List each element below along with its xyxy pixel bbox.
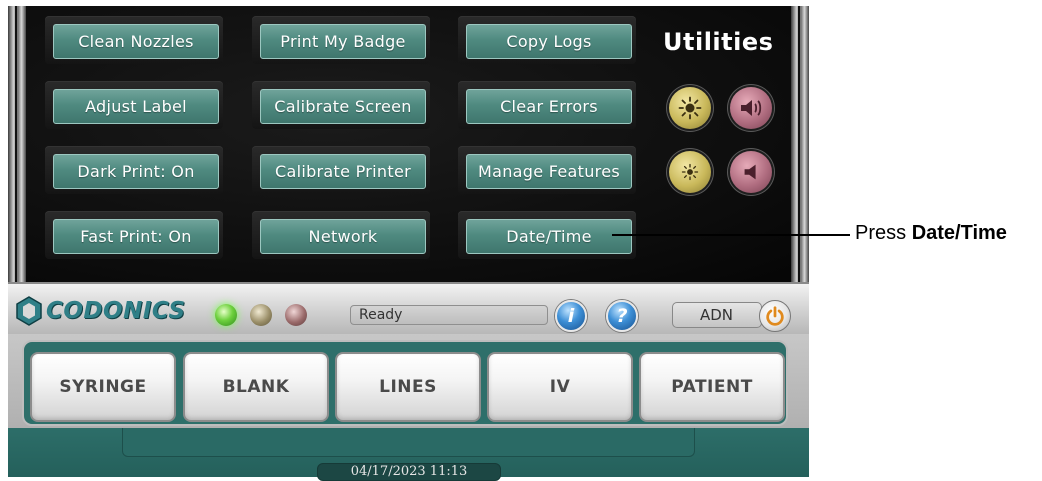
- dark-print-button[interactable]: Dark Print: On: [53, 154, 219, 189]
- manage-features-button[interactable]: Manage Features: [466, 154, 632, 189]
- callout-text: Press Date/Time: [855, 222, 1007, 245]
- logout-button[interactable]: [759, 300, 791, 332]
- calibrate-screen-button[interactable]: Calibrate Screen: [260, 89, 426, 124]
- user-badge[interactable]: ADN: [672, 302, 762, 328]
- status-led-green: [215, 304, 237, 326]
- status-bar: CODONICS Ready i ? ADN: [8, 282, 809, 336]
- syringe-button[interactable]: SYRINGE: [30, 352, 176, 422]
- iv-button[interactable]: IV: [487, 352, 633, 422]
- slot-clear-errors: Clear Errors: [458, 81, 636, 129]
- page-title: Utilities: [663, 28, 774, 56]
- adjust-label-button[interactable]: Adjust Label: [53, 89, 219, 124]
- slot-network: Network: [252, 211, 430, 259]
- info-icon: i: [567, 305, 575, 327]
- label-type-bar: SYRINGE BLANK LINES IV PATIENT: [8, 334, 809, 428]
- info-button[interactable]: i: [555, 300, 587, 332]
- printer-device: Clean Nozzles Print My Badge Copy Logs U…: [8, 6, 809, 481]
- slot-clean-nozzles: Clean Nozzles: [45, 16, 223, 64]
- lines-button[interactable]: LINES: [335, 352, 481, 422]
- sun-small-icon: [681, 163, 699, 181]
- logo-text: CODONICS: [46, 298, 186, 324]
- clean-nozzles-button[interactable]: Clean Nozzles: [53, 24, 219, 59]
- sun-icon: [678, 96, 702, 120]
- copy-logs-button[interactable]: Copy Logs: [466, 24, 632, 59]
- status-led-red: [285, 304, 307, 326]
- slot-print-badge: Print My Badge: [252, 16, 430, 64]
- help-button[interactable]: ?: [606, 300, 638, 332]
- calibrate-printer-button[interactable]: Calibrate Printer: [260, 154, 426, 189]
- callout-target: Date/Time: [911, 222, 1007, 244]
- callout-prefix: Press: [855, 222, 912, 244]
- status-led-amber: [250, 304, 272, 326]
- fast-print-button[interactable]: Fast Print: On: [53, 219, 219, 254]
- volume-down-button[interactable]: [730, 151, 772, 193]
- slot-fast-print: Fast Print: On: [45, 211, 223, 259]
- datetime-display: 04/17/2023 11:13: [317, 463, 501, 481]
- slot-date-time: Date/Time: [458, 211, 636, 259]
- clear-errors-button[interactable]: Clear Errors: [466, 89, 632, 124]
- slot-adjust-label: Adjust Label: [45, 81, 223, 129]
- blank-button[interactable]: BLANK: [183, 352, 329, 422]
- footer-panel: [122, 428, 695, 457]
- brightness-down-button[interactable]: [669, 151, 711, 193]
- slot-manage-features: Manage Features: [458, 146, 636, 194]
- print-my-badge-button[interactable]: Print My Badge: [260, 24, 426, 59]
- user-label: ADN: [700, 306, 734, 324]
- callout-line: [612, 234, 850, 236]
- hexagon-logo-icon: [16, 296, 42, 326]
- power-icon: [766, 306, 784, 326]
- speaker-quiet-icon: [744, 164, 756, 180]
- left-rail: [8, 6, 26, 282]
- network-button[interactable]: Network: [260, 219, 426, 254]
- help-icon: ?: [616, 305, 628, 327]
- footer: 04/17/2023 11:13: [8, 428, 809, 481]
- speaker-loud-icon: [741, 100, 762, 116]
- slot-copy-logs: Copy Logs: [458, 16, 636, 64]
- slot-dark-print: Dark Print: On: [45, 146, 223, 194]
- patient-button[interactable]: PATIENT: [639, 352, 785, 422]
- slot-calibrate-screen: Calibrate Screen: [252, 81, 430, 129]
- status-message: Ready: [350, 305, 548, 325]
- utilities-screen: Clean Nozzles Print My Badge Copy Logs U…: [8, 6, 809, 282]
- date-time-button[interactable]: Date/Time: [466, 219, 632, 254]
- volume-up-button[interactable]: [730, 87, 772, 129]
- brightness-up-button[interactable]: [669, 87, 711, 129]
- slot-calibrate-printer: Calibrate Printer: [252, 146, 430, 194]
- right-rail: [791, 6, 809, 282]
- codonics-logo: CODONICS: [16, 296, 186, 326]
- label-type-frame: SYRINGE BLANK LINES IV PATIENT: [22, 340, 788, 426]
